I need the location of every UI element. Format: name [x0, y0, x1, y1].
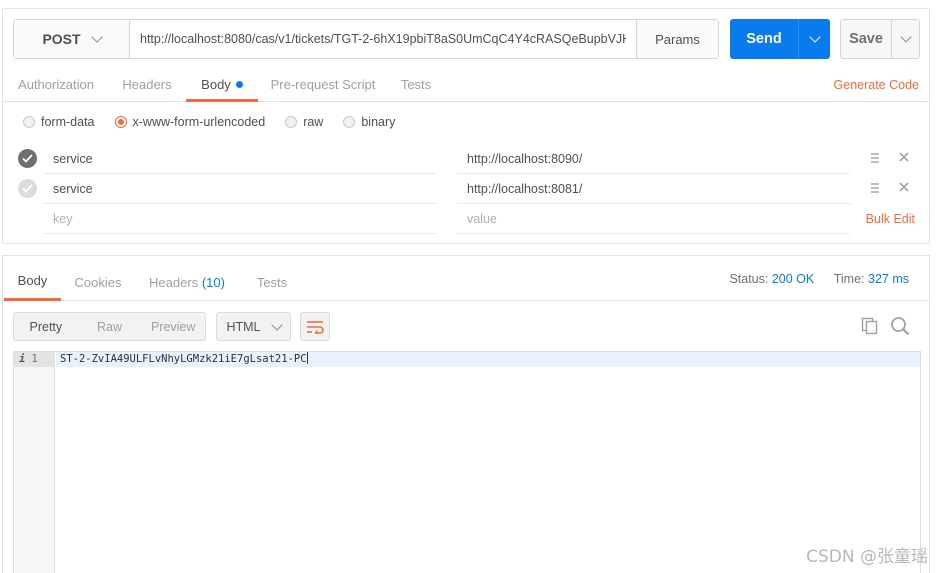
view-preview-button[interactable]: Preview	[141, 313, 205, 340]
line-gutter	[14, 352, 55, 573]
chevron-down-icon	[270, 318, 283, 331]
response-tab-headers-label: Headers	[149, 275, 199, 290]
radio-icon	[285, 116, 298, 128]
row-value-field[interactable]: http://localhost:8090/	[457, 144, 850, 174]
view-pretty-button[interactable]: Pretty	[14, 313, 78, 340]
time-value[interactable]: 327 ms	[868, 272, 909, 286]
radio-binary[interactable]: binary	[343, 115, 395, 129]
search-icon[interactable]	[890, 316, 910, 339]
radio-x-www-form-urlencoded[interactable]: x-www-form-urlencoded	[114, 115, 266, 129]
request-tabs: Authorization Headers Body Pre-request S…	[3, 71, 929, 102]
headers-count-badge: (10)	[201, 275, 225, 290]
radio-label: form-data	[41, 115, 95, 129]
send-label: Send	[746, 31, 782, 47]
save-options-button[interactable]	[891, 20, 919, 58]
send-button[interactable]: Send	[730, 19, 830, 59]
tab-body-label: Body	[201, 77, 231, 92]
status-value[interactable]: 200 OK	[772, 272, 814, 286]
response-body-editor[interactable]: i1 ST-2-ZvIA49ULFLvNhyLGMzk21iE7gLsat21-…	[13, 351, 921, 573]
method-select[interactable]: POST	[14, 20, 130, 58]
wrap-lines-icon	[307, 320, 324, 334]
line-number: 1	[31, 353, 38, 365]
generate-code-link[interactable]: Generate Code	[834, 78, 919, 92]
row-menu-icon[interactable]	[870, 182, 880, 197]
radio-checked-icon	[114, 116, 127, 128]
response-tabs: Body Cookies Headers (10) Tests Status: …	[3, 256, 929, 301]
tab-tests[interactable]: Tests	[399, 71, 433, 102]
new-row: key value Bulk Edit	[3, 204, 929, 234]
url-input[interactable]	[130, 20, 636, 58]
new-key-input[interactable]: key	[43, 204, 437, 234]
row-value-field[interactable]: http://localhost:8081/	[457, 174, 850, 204]
new-value-input[interactable]: value	[457, 204, 850, 234]
bulk-edit-link[interactable]: Bulk Edit	[866, 212, 915, 226]
info-marker-icon: i	[19, 353, 26, 365]
save-button[interactable]: Save	[840, 19, 920, 59]
row-key-field[interactable]: service	[43, 174, 437, 204]
watermark: CSDN @张童瑶	[806, 547, 928, 567]
check-icon	[22, 184, 33, 193]
row-delete-icon[interactable]	[898, 181, 910, 196]
language-select[interactable]: HTML	[216, 312, 291, 341]
request-panel: POST Params Send Save Authorization Head…	[2, 8, 930, 244]
chevron-down-icon	[899, 31, 912, 43]
response-tab-headers[interactable]: Headers (10)	[148, 256, 226, 301]
row-enabled-checkbox[interactable]	[18, 179, 37, 198]
save-label: Save	[849, 31, 883, 47]
view-raw-button[interactable]: Raw	[78, 313, 142, 340]
status-label: Status:	[729, 272, 769, 286]
method-label: POST	[42, 31, 81, 47]
chevron-down-icon	[808, 31, 821, 43]
params-button[interactable]: Params	[636, 20, 718, 58]
row-delete-icon[interactable]	[898, 151, 910, 166]
response-tab-tests[interactable]: Tests	[255, 256, 289, 301]
code-line[interactable]: ST-2-ZvIA49ULFLvNhyLGMzk21iE7gLsat21-PC	[56, 352, 920, 367]
response-body-text: ST-2-ZvIA49ULFLvNhyLGMzk21iE7gLsat21-PC	[60, 353, 307, 365]
row-menu-icon[interactable]	[870, 152, 880, 167]
radio-label: x-www-form-urlencoded	[132, 115, 266, 129]
text-caret	[306, 352, 308, 364]
radio-label: raw	[303, 115, 324, 129]
language-label: HTML	[226, 319, 261, 334]
radio-raw[interactable]: raw	[285, 115, 323, 129]
tab-headers[interactable]: Headers	[121, 71, 173, 102]
table-row: service http://localhost:8090/	[3, 144, 929, 174]
wrap-lines-button[interactable]	[300, 312, 330, 341]
radio-form-data[interactable]: form-data	[23, 115, 95, 129]
response-meta: Status: 200 OK Time: 327 ms	[729, 272, 909, 286]
view-mode-selector: Pretty Raw Preview	[13, 312, 206, 341]
response-tab-cookies[interactable]: Cookies	[73, 256, 123, 301]
send-options-button[interactable]	[798, 19, 830, 59]
row-key-field[interactable]: service	[43, 144, 437, 174]
response-tab-body[interactable]: Body	[4, 256, 61, 301]
tab-body[interactable]: Body	[186, 71, 258, 102]
line-number-cell: i1	[14, 352, 55, 367]
tab-authorization[interactable]: Authorization	[17, 71, 95, 102]
radio-icon	[23, 116, 35, 128]
radio-label: binary	[361, 115, 396, 129]
chevron-down-icon	[90, 31, 103, 43]
table-row: service http://localhost:8081/	[3, 174, 929, 204]
tab-pre-request-script[interactable]: Pre-request Script	[270, 71, 376, 102]
body-type-selector: form-data x-www-form-urlencoded raw bina…	[23, 112, 415, 132]
response-panel: Body Cookies Headers (10) Tests Status: …	[2, 255, 930, 573]
row-enabled-checkbox[interactable]	[18, 149, 37, 168]
copy-icon[interactable]	[861, 317, 879, 338]
radio-icon	[343, 116, 356, 128]
body-modified-dot-icon	[235, 81, 243, 88]
time-label: Time:	[833, 272, 865, 286]
check-icon	[22, 154, 33, 163]
url-bar: POST Params	[13, 19, 719, 59]
